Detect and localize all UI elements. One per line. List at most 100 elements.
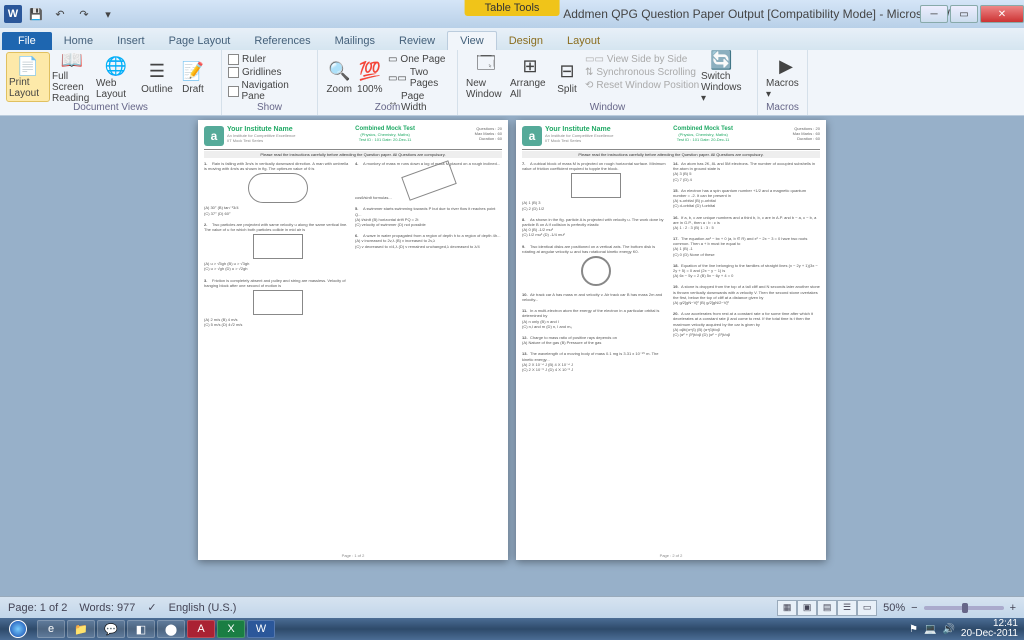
one-page-label: One Page [400,54,445,65]
taskbar-talk-icon[interactable]: 💬 [97,620,125,638]
taskbar-app-icon[interactable]: ◧ [127,620,155,638]
minimize-button[interactable]: ─ [920,5,948,23]
institute-logo: a [522,126,542,146]
tray-network-icon[interactable]: 💻 [924,624,936,635]
taskbar-ie-icon[interactable]: e [37,620,65,638]
draft-view-button[interactable]: ▭ [857,600,877,616]
document-page-1: aYour Institute NameAn Institute for Com… [198,120,508,560]
tray-flag-icon[interactable]: ⚑ [909,624,918,635]
zoom-out-button[interactable]: − [911,602,917,614]
language-indicator[interactable]: English (U.S.) [169,602,237,614]
draft-icon: 📝 [181,60,205,84]
page-footer-2: Page : 2 of 2 [516,553,826,558]
side-by-side-label: View Side by Side [607,54,687,65]
outline-label: Outline [141,84,173,95]
checkbox-icon [228,86,239,97]
taskbar-word-icon[interactable]: W [247,620,275,638]
zoom-level[interactable]: 50% [883,602,905,614]
tab-insert[interactable]: Insert [105,32,157,50]
qat-redo-icon[interactable]: ↷ [74,4,94,24]
sync-scroll-label: Synchronous Scrolling [596,67,696,78]
taskbar-chrome-icon[interactable]: ⬤ [157,620,185,638]
outline-button[interactable]: ☰Outline [138,52,176,102]
zoom-slider[interactable] [924,606,1004,610]
new-window-icon: 🗔 [474,54,498,78]
nav-label: Navigation Pane [242,80,311,102]
gridlines-label: Gridlines [242,67,281,78]
web-layout-icon: 🌐 [104,54,128,78]
zoom-100-button[interactable]: 💯100% [354,52,384,102]
outline-icon: ☰ [145,60,169,84]
zoom-group-label: Zoom [318,102,457,113]
instructions: Please read the instructions carefully b… [204,151,502,158]
ruler-checkbox[interactable]: Ruler [228,54,311,65]
page-footer-1: Page : 1 of 2 [198,553,508,558]
word-app-icon: W [4,5,22,23]
tab-mailings[interactable]: Mailings [323,32,387,50]
close-button[interactable]: ✕ [980,5,1024,23]
view-side-by-side-button: ▭▭ View Side by Side [585,54,699,65]
full-screen-icon: 📖 [60,50,84,71]
duration: Duration : 60 [475,136,502,141]
draft-label: Draft [182,84,204,95]
tab-view[interactable]: View [447,31,497,50]
tab-home[interactable]: Home [52,32,105,50]
print-layout-view-button[interactable]: ▦ [777,600,797,616]
switch-windows-button[interactable]: 🔄Switch Windows ▾ [699,52,743,102]
word-count[interactable]: Words: 977 [79,602,135,614]
zoom-in-button[interactable]: + [1010,602,1016,614]
tab-page-layout[interactable]: Page Layout [157,32,243,50]
full-reading-view-button[interactable]: ▣ [797,600,817,616]
qat-customize-icon[interactable]: ▾ [98,4,118,24]
taskbar-access-icon[interactable]: A [187,620,215,638]
reset-window-position-button: ⟲ Reset Window Position [585,80,699,91]
split-label: Split [557,84,576,95]
new-window-button[interactable]: 🗔New Window [464,52,508,102]
outline-view-button[interactable]: ☰ [837,600,857,616]
full-screen-reading-button[interactable]: 📖Full Screen Reading [50,52,94,102]
ruler-label: Ruler [242,54,266,65]
print-layout-button[interactable]: 📄Print Layout [6,52,50,102]
test-id: Test ID : 101 Date: 20-Dec-11 [355,137,415,142]
qat-undo-icon[interactable]: ↶ [50,4,70,24]
macros-button[interactable]: ▶Macros ▾ [764,52,808,102]
checkbox-icon [228,67,239,78]
draft-button[interactable]: 📝Draft [176,52,210,102]
two-pages-button[interactable]: ▭▭ Two Pages [388,67,451,89]
document-area[interactable]: aYour Institute NameAn Institute for Com… [0,116,1024,618]
split-icon: ⊟ [555,60,579,84]
institute-name: Your Institute Name [545,126,613,133]
one-page-button[interactable]: ▭ One Page [388,54,451,65]
zoom-100-label: 100% [357,84,383,95]
taskbar-explorer-icon[interactable]: 📁 [67,620,95,638]
tab-layout[interactable]: Layout [555,32,612,50]
web-view-button[interactable]: ▤ [817,600,837,616]
system-clock[interactable]: 12:4120-Dec-2011 [961,619,1018,639]
taskbar-excel-icon[interactable]: X [217,620,245,638]
tab-references[interactable]: References [242,32,322,50]
table-tools-tab: Table Tools [465,0,560,16]
full-screen-label: Full Screen Reading [52,71,92,104]
navigation-pane-checkbox[interactable]: Navigation Pane [228,80,311,102]
macros-group-label: Macros [758,102,807,113]
gridlines-checkbox[interactable]: Gridlines [228,67,311,78]
zoom-100-icon: 💯 [358,60,382,84]
tray-volume-icon[interactable]: 🔊 [942,624,954,635]
switch-windows-icon: 🔄 [709,50,733,71]
maximize-button[interactable]: ▭ [950,5,978,23]
show-group-label: Show [222,102,317,113]
web-layout-button[interactable]: 🌐Web Layout [94,52,138,102]
page-indicator[interactable]: Page: 1 of 2 [8,602,67,614]
start-button[interactable] [0,618,36,640]
zoom-button[interactable]: 🔍Zoom [324,52,354,102]
tab-review[interactable]: Review [387,32,447,50]
arrange-all-button[interactable]: ⊞Arrange All [508,52,552,102]
tab-file[interactable]: File [2,32,52,50]
split-button[interactable]: ⊟Split [552,52,582,102]
tab-design[interactable]: Design [497,32,555,50]
print-layout-icon: 📄 [16,55,40,77]
two-pages-label: Two Pages [410,67,451,89]
duration: Duration : 60 [793,136,820,141]
qat-save-icon[interactable]: 💾 [26,4,46,24]
document-page-2: aYour Institute NameAn Institute for Com… [516,120,826,560]
